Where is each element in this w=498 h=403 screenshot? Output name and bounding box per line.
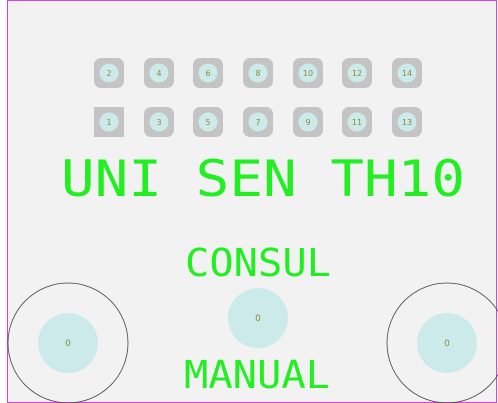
pin-number: 3 — [156, 118, 161, 127]
header-pin-5: 5 — [193, 107, 223, 137]
pin-number: 9 — [305, 118, 310, 127]
header-pin-9: 9 — [293, 107, 323, 137]
pin-number: 6 — [205, 69, 210, 78]
header-pin-3: 3 — [144, 107, 174, 137]
pin-number: 14 — [402, 69, 412, 78]
hole-label-right: 0 — [444, 339, 450, 349]
pin-number: 1 — [106, 118, 111, 127]
pin-number: 12 — [352, 69, 362, 78]
hole-label-left: 0 — [65, 339, 71, 349]
header-pin-7: 7 — [243, 107, 273, 137]
header-pin-10: 10 — [293, 58, 323, 88]
header-pin-6: 6 — [193, 58, 223, 88]
hole-label-center: 0 — [255, 314, 261, 324]
silkscreen-subtitle: CONSUL — [185, 241, 331, 285]
header-pin-2: 2 — [94, 58, 124, 88]
pin-number: 2 — [106, 69, 111, 78]
header-pin-4: 4 — [144, 58, 174, 88]
pin-number: 10 — [303, 69, 313, 78]
header-pin-14: 14 — [392, 58, 422, 88]
header-pin-11: 11 — [342, 107, 372, 137]
header-pin-8: 8 — [243, 58, 273, 88]
header-pin-13: 13 — [392, 107, 422, 137]
pin-number: 5 — [205, 118, 210, 127]
silkscreen-title: UNI SEN TH10 — [61, 150, 465, 208]
pin-number: 11 — [352, 118, 362, 127]
pin-number: 8 — [255, 69, 260, 78]
header-pin-1: 1 — [94, 107, 124, 137]
mounting-hole-center: 0 — [228, 288, 288, 348]
pin-number: 4 — [156, 69, 161, 78]
silkscreen-footer: MANUAL — [184, 353, 330, 397]
pcb-footprint: 2 4 6 8 10 12 14 1 3 5 7 9 11 13 UNI SEN TH10 CONSUL… — [7, 0, 498, 403]
pin-number: 13 — [402, 118, 412, 127]
pin-number: 7 — [255, 118, 260, 127]
header-pin-12: 12 — [342, 58, 372, 88]
